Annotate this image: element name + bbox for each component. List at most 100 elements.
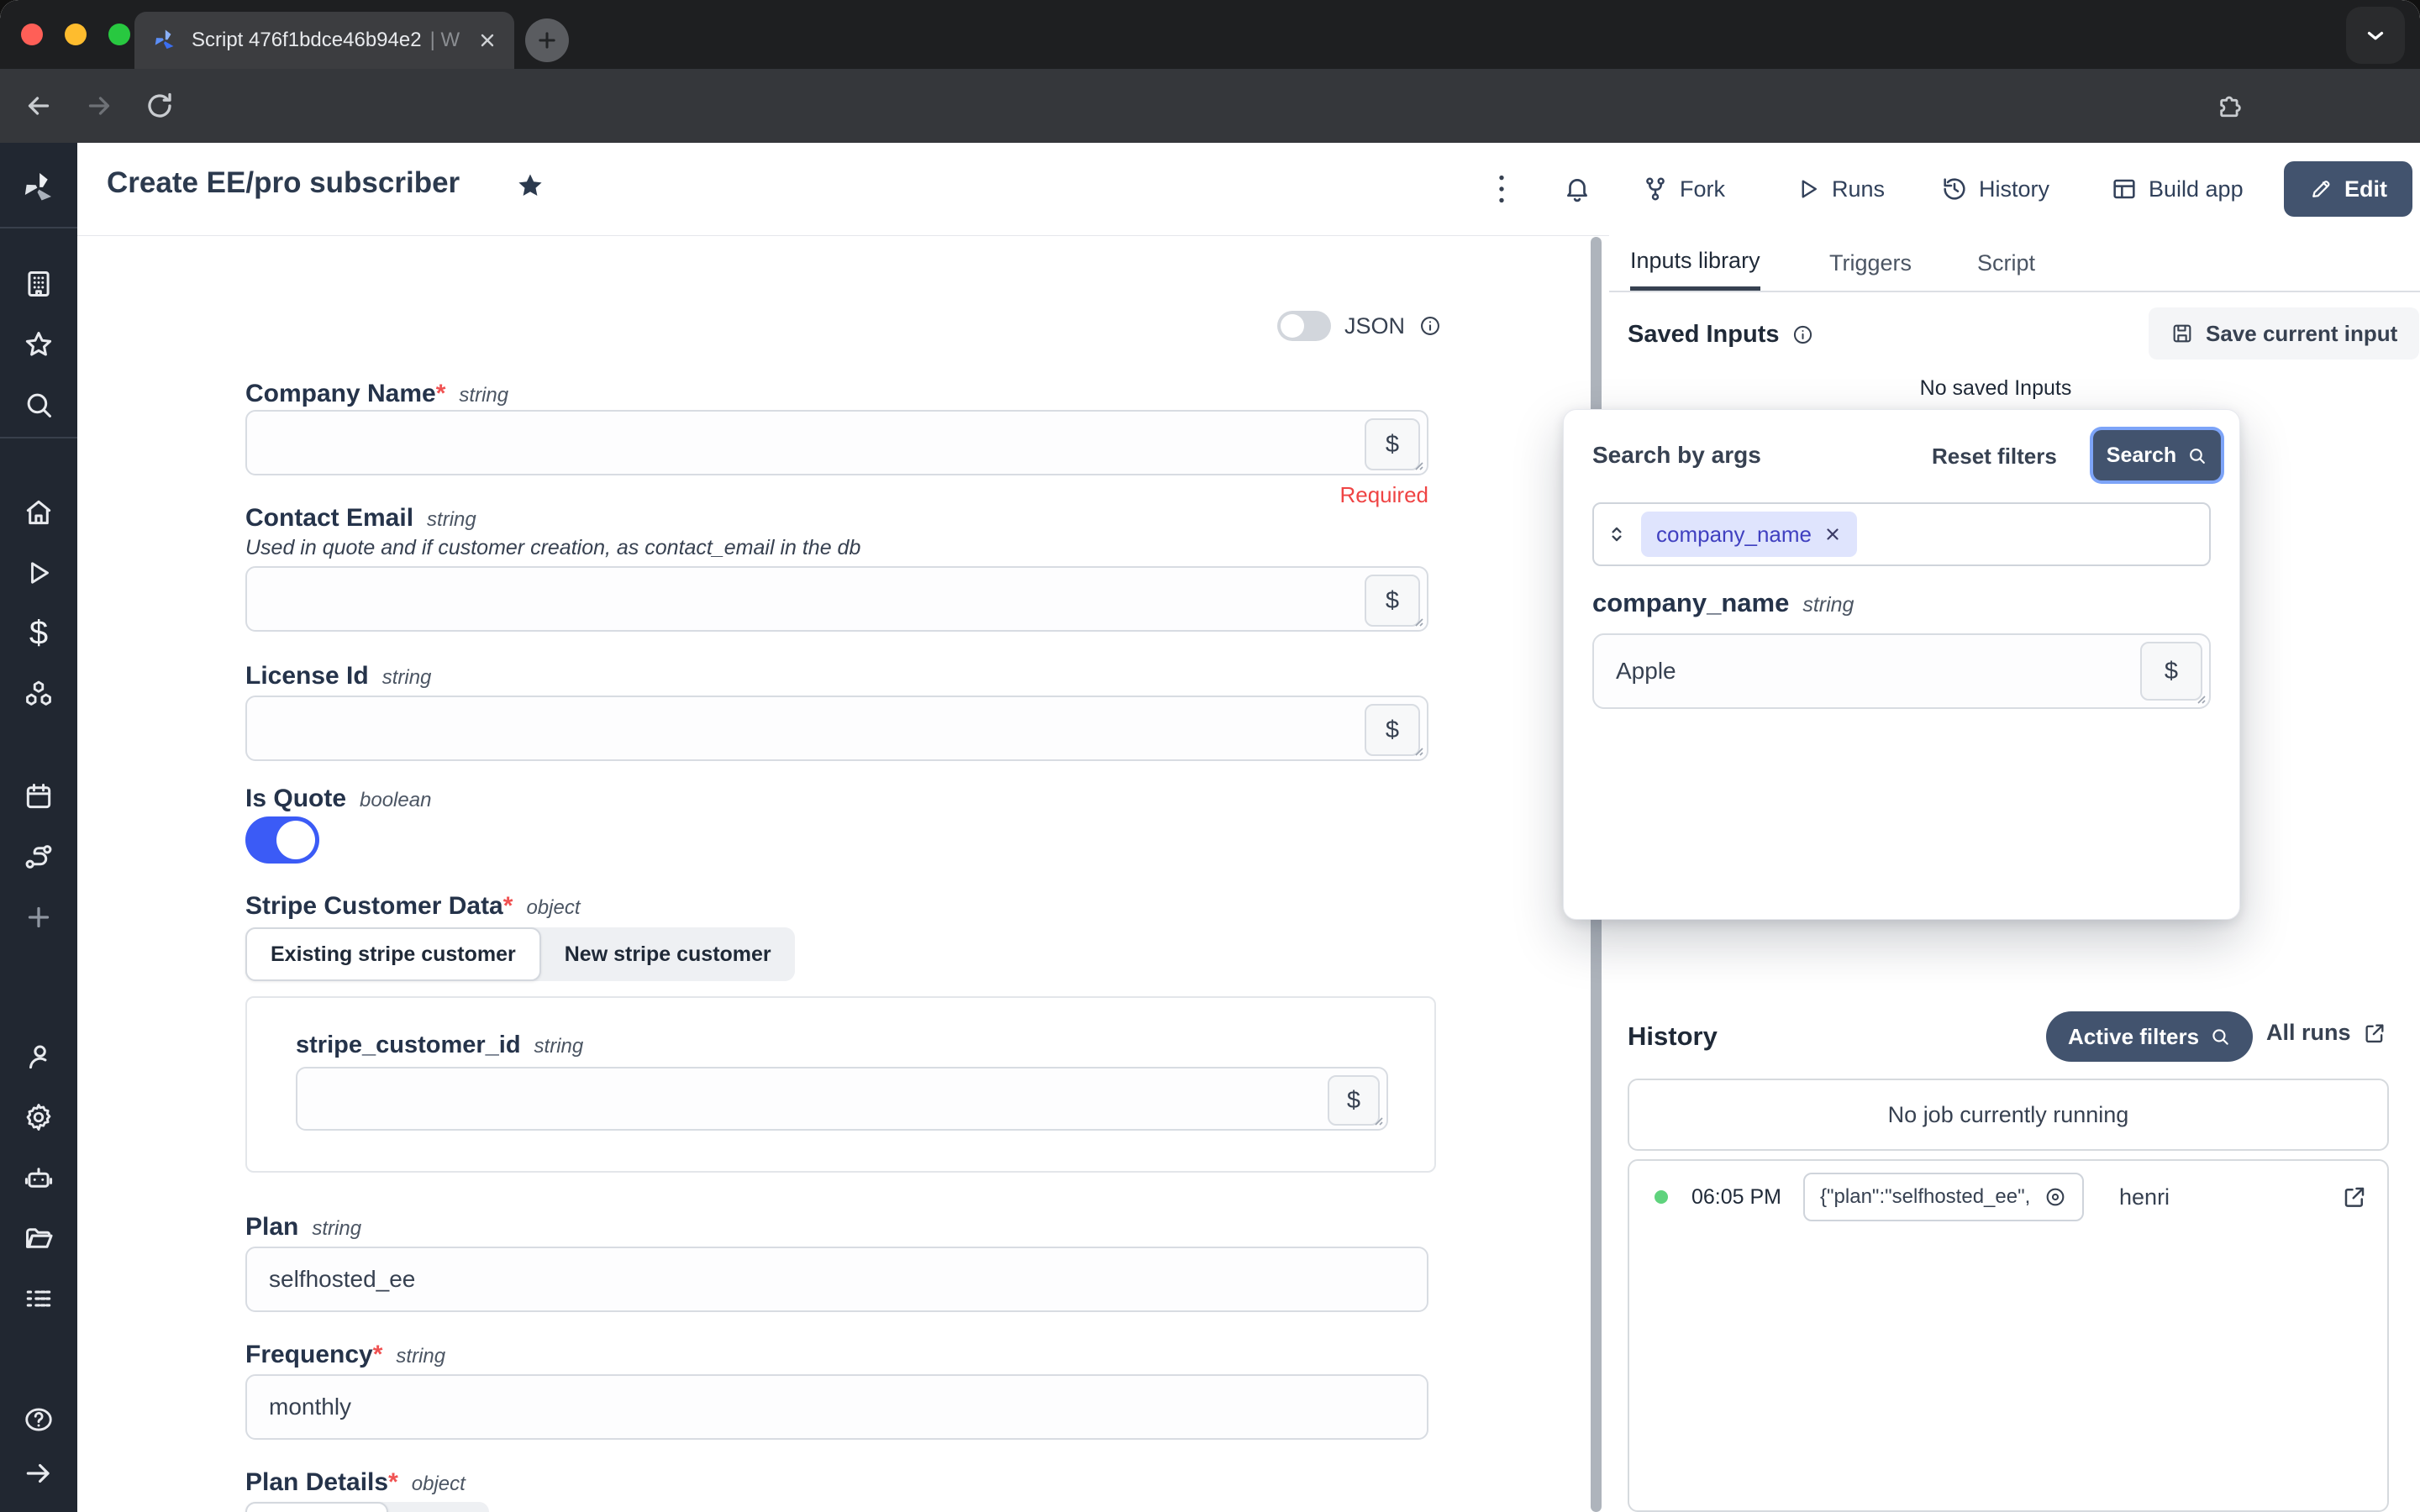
tab-title-dim: | W (430, 29, 477, 52)
build-app-button[interactable]: Build app (2111, 143, 2244, 235)
tab-close-icon[interactable] (477, 30, 497, 50)
sidebar-divider (0, 437, 77, 438)
company-name-input[interactable]: $ (245, 410, 1428, 475)
frequency-input[interactable]: monthly (245, 1374, 1428, 1440)
plan-details-tab-active[interactable] (245, 1502, 388, 1512)
app-sidebar: $ (0, 143, 77, 1512)
sidebar-divider (0, 227, 77, 228)
more-options-kebab-icon[interactable] (1489, 143, 1514, 235)
favorite-star-icon[interactable] (514, 170, 546, 202)
edit-button[interactable]: Edit (2284, 161, 2412, 217)
user-person-icon[interactable] (23, 1041, 55, 1073)
fork-button[interactable]: Fork (1642, 143, 1725, 235)
search-button[interactable]: Search (2093, 430, 2221, 480)
windmill-logo[interactable] (19, 169, 58, 207)
contact-email-input[interactable]: $ (245, 566, 1428, 632)
is-quote-toggle[interactable] (245, 816, 319, 864)
history-label: History (1979, 176, 2049, 202)
tab-search-chevron-button[interactable] (2346, 7, 2405, 64)
stripe-customer-id-label: stripe_customer_idstring (296, 1032, 583, 1059)
tab-triggers[interactable]: Triggers (1829, 235, 1912, 291)
all-runs-link[interactable]: All runs (2266, 1020, 2386, 1046)
stripe-customer-tabs: Existing stripe customer New stripe cust… (245, 927, 795, 981)
extensions-icon[interactable] (2217, 91, 2245, 119)
script-header: Create EE/pro subscriber Fork Runs Histo… (77, 143, 2420, 235)
notifications-bell-icon[interactable] (1563, 143, 1591, 235)
search-icon (2209, 1026, 2231, 1047)
panel-tab-bar: Inputs library Triggers Script (1609, 235, 2420, 292)
run-args-preview: {"plan":"selfhosted_ee",... (1820, 1185, 2030, 1209)
run-time: 06:05 PM (1691, 1185, 1781, 1210)
flows-route-icon[interactable] (23, 841, 55, 873)
preview-eye-icon[interactable] (2044, 1185, 2067, 1209)
run-args-chip[interactable]: {"plan":"selfhosted_ee",... (1803, 1173, 2084, 1221)
browser-toolbar: app.windmill.dev/scripts/get/476f1bdce46… (0, 69, 2420, 143)
json-view-toggle[interactable] (1277, 311, 1331, 341)
tab-inputs-library[interactable]: Inputs library (1630, 235, 1760, 291)
fork-label: Fork (1680, 176, 1725, 202)
page-title: Create EE/pro subscriber (107, 166, 460, 200)
tab-existing-stripe-customer[interactable]: Existing stripe customer (245, 927, 541, 981)
saved-inputs-heading: Saved Inputs (1628, 321, 1814, 349)
stripe-customer-id-input[interactable]: $ (296, 1067, 1388, 1131)
plan-details-label: Plan Details*object (245, 1468, 466, 1497)
plan-input[interactable]: selfhosted_ee (245, 1247, 1428, 1312)
open-run-external-icon[interactable] (2342, 1184, 2367, 1210)
arg-value-input[interactable]: Apple $ (1592, 633, 2211, 709)
add-plus-icon[interactable] (24, 902, 54, 932)
contact-email-label: Contact Emailstring (245, 504, 476, 533)
reload-button[interactable] (145, 91, 175, 121)
save-current-input-button[interactable]: Save current input (2149, 307, 2419, 360)
search-icon[interactable] (23, 389, 55, 421)
window-close-button[interactable] (21, 24, 43, 45)
license-id-input[interactable]: $ (245, 696, 1428, 761)
variables-dollar-icon[interactable]: $ (29, 615, 48, 653)
back-button[interactable] (24, 91, 54, 121)
frequency-value: monthly (269, 1394, 351, 1420)
remove-chip-x-icon[interactable] (1823, 525, 1842, 543)
resources-cubes-icon[interactable] (23, 678, 55, 710)
audit-logs-list-icon[interactable] (23, 1283, 55, 1315)
contact-email-description: Used in quote and if customer creation, … (245, 536, 860, 560)
schedules-calendar-icon[interactable] (23, 780, 55, 812)
window-minimize-button[interactable] (65, 24, 87, 45)
home-icon[interactable] (23, 496, 55, 528)
selected-arg-chip[interactable]: company_name (1641, 512, 1857, 557)
runs-play-icon[interactable] (24, 558, 54, 588)
favorites-star-icon[interactable] (23, 328, 55, 360)
browser-tab[interactable]: Script 476f1bdce46b94e2 | W (134, 12, 514, 69)
window-zoom-button[interactable] (108, 24, 130, 45)
args-multiselect[interactable]: company_name (1592, 502, 2211, 566)
run-row[interactable]: 06:05 PM {"plan":"selfhosted_ee",... hen… (1629, 1169, 2391, 1225)
reset-filters-button[interactable]: Reset filters (1932, 444, 2057, 470)
new-tab-button[interactable] (525, 18, 569, 62)
help-question-icon[interactable] (23, 1404, 55, 1436)
history-button[interactable]: History (1941, 143, 2049, 235)
runs-button[interactable]: Runs (1796, 143, 1885, 235)
plan-details-tab-inactive[interactable] (388, 1502, 481, 1512)
tab-new-stripe-customer[interactable]: New stripe customer (541, 927, 795, 981)
resize-grip-icon[interactable] (2192, 690, 2207, 706)
resize-grip-icon[interactable] (1410, 613, 1425, 628)
resize-grip-icon[interactable] (1410, 457, 1425, 472)
stripe-customer-data-label: Stripe Customer Data*object (245, 892, 580, 921)
runs-label: Runs (1832, 176, 1885, 202)
json-toggle-row: JSON (1277, 311, 1442, 341)
company-name-label: Company Name*string (245, 380, 508, 408)
info-icon (1791, 323, 1814, 346)
tab-script[interactable]: Script (1977, 235, 2035, 291)
settings-gear-icon[interactable] (23, 1101, 55, 1133)
save-icon (2170, 322, 2194, 345)
workspace-building-icon[interactable] (23, 268, 55, 300)
resize-grip-icon[interactable] (1370, 1112, 1385, 1127)
workers-robot-icon[interactable] (23, 1162, 55, 1194)
folders-icon[interactable] (23, 1222, 55, 1254)
run-user: henri (2119, 1184, 2170, 1210)
forward-button[interactable] (84, 91, 114, 121)
stripe-customer-object-box: stripe_customer_idstring $ (245, 996, 1436, 1173)
active-filters-button[interactable]: Active filters (2046, 1011, 2253, 1062)
collapse-arrow-right-icon[interactable] (23, 1457, 55, 1489)
resize-grip-icon[interactable] (1410, 743, 1425, 758)
browser-window: Script 476f1bdce46b94e2 | W app.windm (0, 0, 2420, 1512)
search-by-args-popup: Search by args Reset filters Search comp… (1563, 409, 2240, 920)
